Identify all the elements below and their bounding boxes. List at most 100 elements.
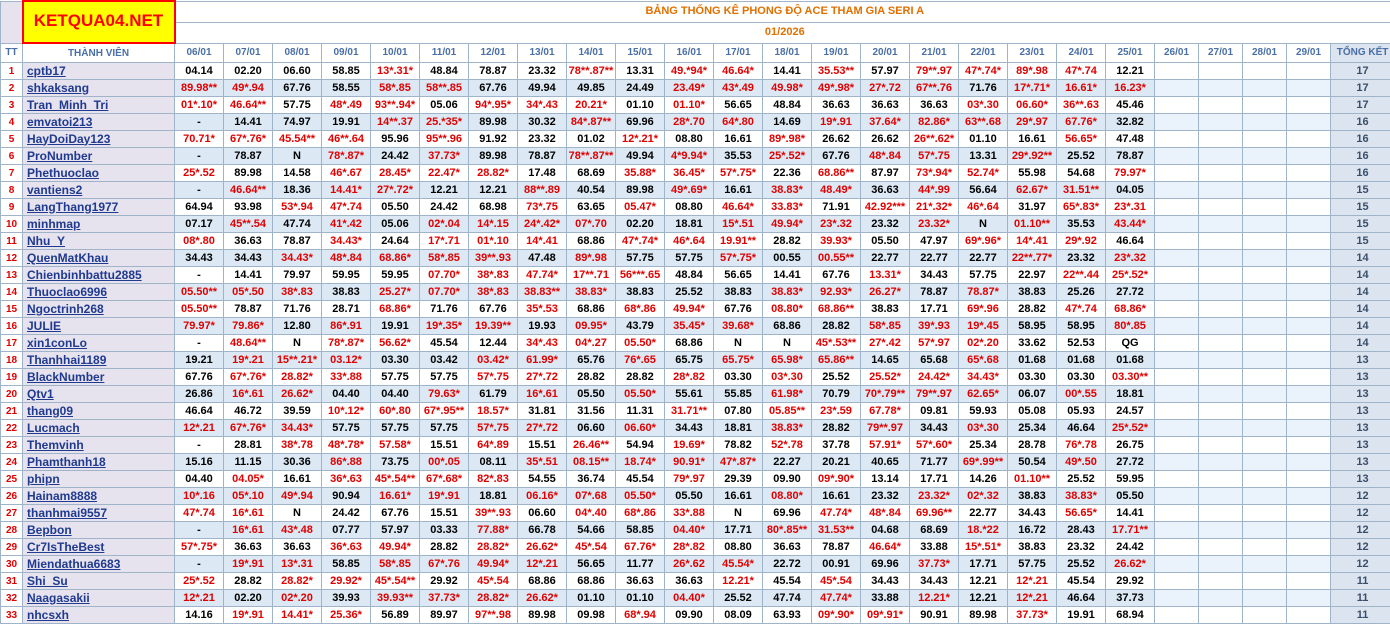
result-cell: 48.84: [664, 266, 714, 284]
row-number: 19: [0, 368, 23, 386]
result-cell: 02*.04: [419, 215, 469, 233]
result-cell: 57.75: [370, 368, 420, 386]
member-name-link[interactable]: ProNumber: [22, 147, 175, 165]
result-cell: 19.39**: [468, 317, 518, 335]
member-name-link[interactable]: vantiens2: [22, 181, 175, 199]
result-cell: 22.47*: [419, 164, 469, 182]
result-cell: 06.60*: [1007, 96, 1057, 114]
result-cell: 25.52: [1056, 147, 1106, 165]
member-name-link[interactable]: Shi_Su: [22, 572, 175, 590]
empty-cell: [1242, 130, 1287, 148]
member-name-link[interactable]: emvatoi213: [22, 113, 175, 131]
member-name-link[interactable]: cptb17: [22, 62, 175, 80]
empty-cell: [1198, 300, 1243, 318]
header-total: TỔNG KẾT: [1329, 42, 1390, 63]
result-cell: 24.42: [321, 504, 371, 522]
result-cell: 17*.71*: [1007, 79, 1057, 97]
member-name-link[interactable]: minhmap: [22, 215, 175, 233]
result-cell: 78*.87*: [321, 334, 371, 352]
result-cell: 43*.49: [713, 79, 763, 97]
member-name-link[interactable]: HayDoiDay123: [22, 130, 175, 148]
result-cell: 67*.68*: [419, 470, 469, 488]
result-cell: 28*.70: [664, 113, 714, 131]
member-name-link[interactable]: BlackNumber: [22, 368, 175, 386]
result-cell: 89.98: [468, 113, 518, 131]
total-cell: 13: [1329, 368, 1390, 386]
result-cell: 27*.72: [517, 419, 567, 437]
total-cell: 14: [1329, 300, 1390, 318]
member-name-link[interactable]: Ngoctrinh268: [22, 300, 175, 318]
result-cell: 56.65: [713, 96, 763, 114]
member-name-link[interactable]: Cr7IsTheBest: [22, 538, 175, 556]
table-row: 3 Tran_Minh_Tri 01*.10* 46.64** 57.75 48*.49 9…: [0, 96, 1390, 114]
result-cell: 24.42: [419, 198, 469, 216]
result-cell: 25*.52: [174, 572, 224, 590]
result-cell: 48.64**: [223, 334, 273, 352]
result-cell: 47*.74: [1056, 62, 1106, 80]
member-name-link[interactable]: shkaksang: [22, 79, 175, 97]
result-cell: 31.56: [566, 402, 616, 420]
empty-cell: [1286, 555, 1331, 573]
member-name-link[interactable]: Bepbon: [22, 521, 175, 539]
result-cell: 16.61: [713, 181, 763, 199]
result-cell: 28.82*: [468, 589, 518, 607]
result-cell: 45.54: [419, 334, 469, 352]
member-name-link[interactable]: Chienbinhbattu2885: [22, 266, 175, 284]
result-cell: 12*.21: [1007, 572, 1057, 590]
result-cell: 02*.32: [958, 487, 1008, 505]
empty-cell: [1198, 232, 1243, 250]
result-cell: 89*.98*: [762, 130, 812, 148]
member-name-link[interactable]: QuenMatKhau: [22, 249, 175, 267]
member-name-link[interactable]: nhcsxh: [22, 606, 175, 624]
result-cell: 31.97: [1007, 198, 1057, 216]
member-name-link[interactable]: Thanhhai1189: [22, 351, 175, 369]
member-name-link[interactable]: Qtv1: [22, 385, 175, 403]
result-cell: 67*.76: [419, 555, 469, 573]
result-cell: 76*.65: [615, 351, 665, 369]
member-name-link[interactable]: thanhmai9557: [22, 504, 175, 522]
member-name-link[interactable]: LangThang1977: [22, 198, 175, 216]
result-cell: 79**.97: [909, 385, 959, 403]
result-cell: 57.75: [958, 266, 1008, 284]
result-cell: 47.74*: [811, 504, 861, 522]
member-name-link[interactable]: Lucmach: [22, 419, 175, 437]
member-name-link[interactable]: JULIE: [22, 317, 175, 335]
member-name-link[interactable]: Tran_Minh_Tri: [22, 96, 175, 114]
header-date: 29/01: [1286, 42, 1331, 63]
result-cell: 23*.32: [811, 215, 861, 233]
result-cell: 29*.97: [1007, 113, 1057, 131]
result-cell: 12.21: [468, 181, 518, 199]
result-cell: 68.86: [566, 232, 616, 250]
result-cell: 46.72: [223, 402, 273, 420]
member-name-link[interactable]: phipn: [22, 470, 175, 488]
member-name-link[interactable]: Phamthanh18: [22, 453, 175, 471]
member-name-link[interactable]: thang09: [22, 402, 175, 420]
result-cell: 68.86: [566, 300, 616, 318]
result-cell: 00.55**: [811, 249, 861, 267]
member-name-link[interactable]: Naagasakii: [22, 589, 175, 607]
empty-cell: [1154, 164, 1199, 182]
member-name-link[interactable]: Hainam8888: [22, 487, 175, 505]
result-cell: 26.46**: [566, 436, 616, 454]
result-cell: -: [174, 521, 224, 539]
result-cell: 15.16: [174, 453, 224, 471]
member-name-link[interactable]: Phethuoclao: [22, 164, 175, 182]
member-name-link[interactable]: Thuoclao6996: [22, 283, 175, 301]
result-cell: 19*.91: [223, 555, 273, 573]
result-cell: 03.30: [713, 368, 763, 386]
empty-cell: [1242, 368, 1287, 386]
result-cell: 05.06: [370, 215, 420, 233]
table-row: 30 Miendathua6683-19*.91 13*.31 58.85 58*.85…: [0, 555, 1390, 573]
empty-cell: [1242, 266, 1287, 284]
result-cell: 25*.52*: [1105, 266, 1155, 284]
result-cell: 25.34: [1007, 419, 1057, 437]
member-name-link[interactable]: xin1conLo: [22, 334, 175, 352]
result-cell: 03*.30: [958, 419, 1008, 437]
member-name-link[interactable]: Nhu_Y: [22, 232, 175, 250]
result-cell: 64.94: [174, 198, 224, 216]
row-number: 14: [0, 283, 23, 301]
member-name-link[interactable]: Miendathua6683: [22, 555, 175, 573]
member-name-link[interactable]: Themvinh: [22, 436, 175, 454]
result-cell: 37.78: [811, 436, 861, 454]
table-row: 5 HayDoiDay123 70.71* 67*.76* 45.54** 46**.64…: [0, 130, 1390, 148]
